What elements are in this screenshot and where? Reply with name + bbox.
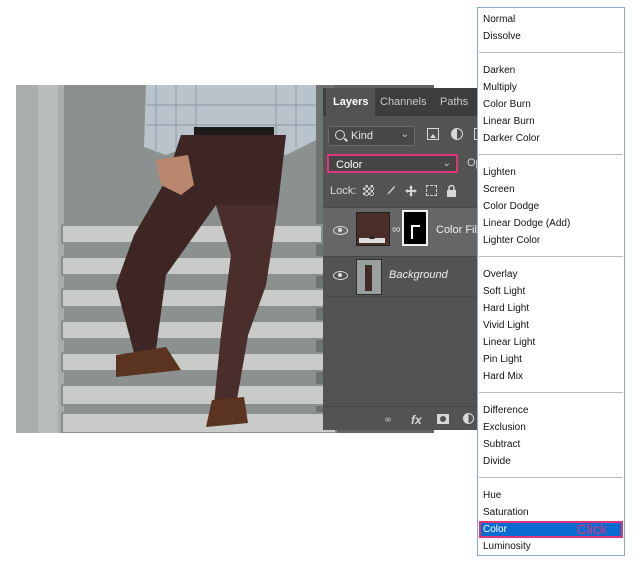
chevron-down-icon: ⌄ — [442, 158, 451, 169]
visibility-eye-icon[interactable] — [333, 271, 348, 280]
chevron-down-icon: ⌄ — [400, 129, 409, 140]
link-layers-icon[interactable]: ⚭ — [383, 413, 393, 427]
click-annotation: Click — [576, 521, 607, 537]
filter-row: Kind ⌄ — [328, 126, 478, 146]
lock-position-icon[interactable] — [405, 185, 417, 197]
blend-mode-option[interactable]: Overlay — [479, 266, 623, 283]
add-mask-icon[interactable] — [437, 414, 449, 424]
kind-filter-label: Kind — [351, 130, 374, 142]
blend-mode-option[interactable]: Darker Color — [479, 130, 623, 147]
fill-adjustment-icon — [359, 235, 385, 243]
blend-mode-option[interactable]: Screen — [479, 181, 623, 198]
search-icon — [335, 130, 345, 140]
blend-mode-option[interactable]: Soft Light — [479, 283, 623, 300]
layer-style-fx-icon[interactable]: fx — [411, 413, 422, 427]
new-adjustment-layer-icon[interactable] — [463, 413, 474, 424]
blend-mode-option[interactable]: Hue — [479, 487, 623, 504]
pixel-layer-filter-icon[interactable] — [427, 128, 439, 140]
blend-mode-option[interactable]: Multiply — [479, 79, 623, 96]
layers-bottom-bar: ⚭ fx — [323, 406, 478, 430]
lock-label: Lock: — [330, 185, 357, 197]
layer-name: Color Fill — [436, 224, 478, 236]
lock-transparent-pixels-icon[interactable] — [363, 185, 374, 196]
layer-row-color-fill[interactable]: ∞ Color Fill — [323, 207, 478, 257]
visibility-eye-icon[interactable] — [333, 226, 348, 235]
blend-mode-option[interactable]: Color Burn — [479, 96, 623, 113]
blend-mode-option[interactable]: Lighter Color — [479, 232, 623, 249]
blend-mode-option[interactable]: Exclusion — [479, 419, 623, 436]
link-chain-icon[interactable]: ∞ — [392, 222, 401, 236]
mask-shape-icon — [411, 225, 420, 239]
blend-mode-option[interactable]: Lighten — [479, 164, 623, 181]
layer-row-background[interactable]: Background — [323, 256, 478, 297]
blend-mode-row: Color ⌄ Op — [327, 154, 478, 176]
blend-mode-select[interactable]: Color ⌄ — [327, 154, 458, 173]
blend-mode-option[interactable]: Subtract — [479, 436, 623, 453]
blend-mode-option[interactable]: Hard Light — [479, 300, 623, 317]
tab-layers[interactable]: Layers — [326, 88, 376, 116]
panel-tab-bar: Layers Channels Paths — [323, 88, 478, 116]
blend-mode-option[interactable]: Hard Mix — [479, 368, 623, 385]
blend-mode-option[interactable]: Saturation — [479, 504, 623, 521]
blend-mode-option[interactable]: Luminosity — [479, 538, 623, 555]
tab-channels[interactable]: Channels — [373, 88, 433, 116]
background-thumbnail[interactable] — [356, 259, 382, 295]
layer-mask-thumbnail[interactable] — [402, 210, 428, 246]
lock-row: Lock: — [330, 184, 478, 200]
blend-mode-option[interactable]: Divide — [479, 453, 623, 470]
blend-mode-option[interactable]: Pin Light — [479, 351, 623, 368]
blend-mode-option[interactable]: Color Dodge — [479, 198, 623, 215]
menu-separator — [479, 256, 623, 257]
lock-all-icon[interactable] — [446, 184, 457, 197]
blend-mode-option-selected[interactable]: Color Click — [479, 521, 623, 538]
layer-name: Background — [389, 269, 448, 281]
blend-mode-option[interactable]: Vivid Light — [479, 317, 623, 334]
blend-mode-option[interactable]: Darken — [479, 62, 623, 79]
lock-image-pixels-icon[interactable] — [385, 185, 396, 196]
tab-paths[interactable]: Paths — [433, 88, 475, 116]
menu-separator — [479, 392, 623, 393]
blend-mode-option[interactable]: Difference — [479, 402, 623, 419]
blend-mode-option[interactable]: Linear Burn — [479, 113, 623, 130]
menu-separator — [479, 154, 623, 155]
menu-separator — [479, 477, 623, 478]
lock-artboard-icon[interactable] — [426, 185, 437, 196]
blend-mode-option[interactable]: Linear Dodge (Add) — [479, 215, 623, 232]
blend-mode-option[interactable]: Linear Light — [479, 334, 623, 351]
color-fill-thumbnail[interactable] — [356, 212, 390, 246]
menu-separator — [479, 52, 623, 53]
blend-mode-option[interactable]: Normal — [479, 11, 623, 28]
adjustment-layer-filter-icon[interactable] — [451, 128, 463, 140]
kind-filter-select[interactable]: Kind ⌄ — [328, 126, 415, 146]
blend-mode-menu: Normal Dissolve Darken Multiply Color Burn Li… — [477, 7, 625, 556]
blend-mode-option-label: Color — [483, 524, 507, 535]
blend-mode-value: Color — [336, 159, 363, 171]
layers-panel: Layers Channels Paths Kind ⌄ Color ⌄ Op … — [323, 88, 478, 430]
blend-mode-option[interactable]: Dissolve — [479, 28, 623, 45]
